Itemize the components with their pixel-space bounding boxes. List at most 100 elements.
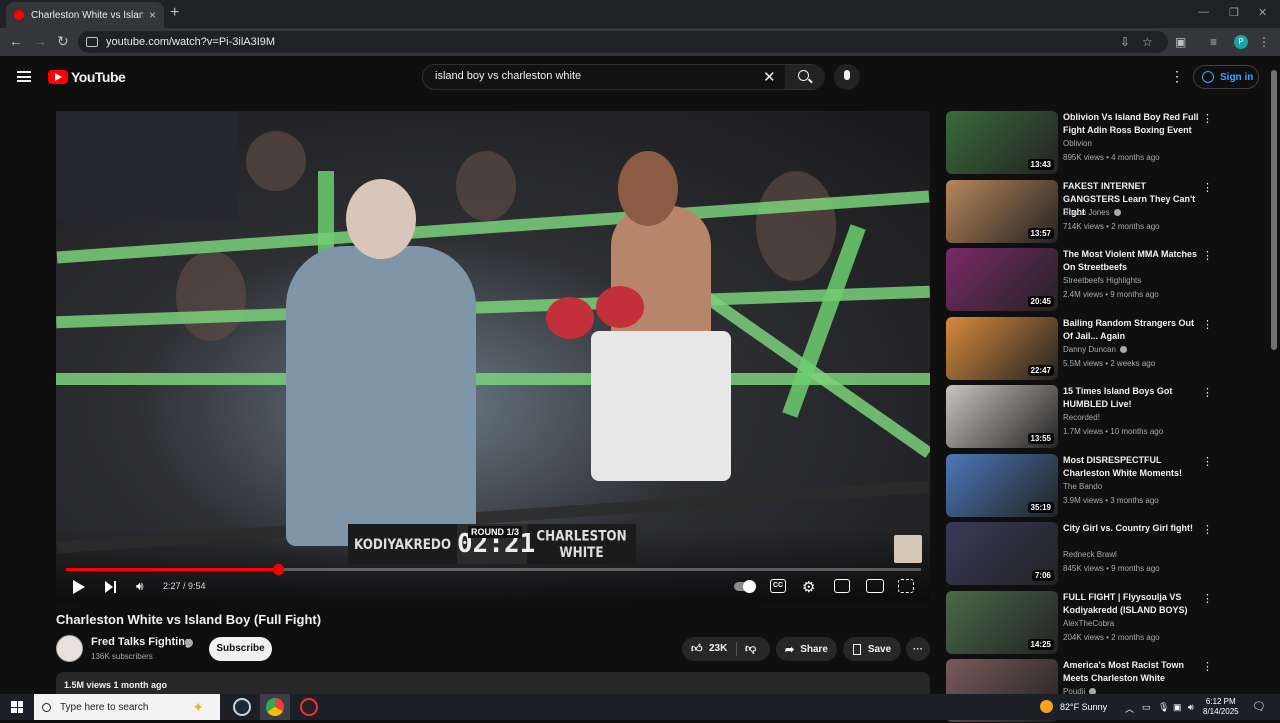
settings-gear-icon[interactable]: ⚙ — [802, 578, 815, 596]
extensions-icon[interactable]: ▣ — [1175, 35, 1186, 49]
show-hidden-icons-icon[interactable]: ︿ — [1125, 702, 1134, 715]
recommended-channel[interactable]: The Bando — [1063, 482, 1102, 491]
recommended-video[interactable]: 35:19 Most DISRESPECTFUL Charleston White… — [946, 454, 1216, 518]
thumbs-up-icon[interactable]: 👍︎ — [691, 642, 703, 655]
close-window-icon[interactable]: ✕ — [1258, 6, 1267, 19]
reading-list-icon[interactable]: ≡ — [1210, 35, 1217, 49]
address-bar[interactable]: youtube.com/watch?v=Pi-3ilA3I9M — [78, 31, 1168, 53]
recommended-video[interactable]: 7:06 City Girl vs. Country Girl fight! Red… — [946, 522, 1216, 586]
video-player[interactable]: KODIYAKREDO 02:21 CHARLESTON WHITE ROUND… — [56, 111, 930, 603]
video-options-icon[interactable]: ⋮ — [1202, 318, 1213, 331]
hamburger-icon[interactable] — [17, 71, 31, 82]
bookmark-star-icon[interactable]: ☆ — [1142, 35, 1153, 49]
restore-icon[interactable]: ❐ — [1229, 6, 1239, 19]
channel-watermark[interactable] — [894, 535, 922, 563]
system-clock[interactable]: 6:12 PM 8/14/2025 — [1203, 697, 1239, 717]
recommended-video[interactable]: 14:25 FULL FIGHT | Flyysoulja VS Kodiyakr… — [946, 591, 1216, 655]
page-scrollbar[interactable] — [1271, 70, 1277, 350]
recommended-channel[interactable]: Recorded! — [1063, 413, 1100, 422]
progress-bar[interactable] — [66, 564, 921, 575]
windows-start-icon[interactable] — [11, 701, 23, 713]
taskbar-search[interactable]: Type here to search ✦ — [34, 694, 220, 720]
scrubber-handle[interactable] — [273, 564, 285, 575]
network-icon[interactable]: ▣ — [1173, 702, 1182, 713]
reload-icon[interactable]: ↻ — [57, 33, 69, 50]
new-tab-button[interactable]: + — [170, 4, 179, 22]
video-options-icon[interactable]: ⋮ — [1202, 112, 1213, 125]
clear-search-icon[interactable]: ✕ — [763, 68, 776, 86]
settings-more-icon[interactable]: ⋮ — [1170, 68, 1184, 85]
video-thumbnail[interactable]: 14:25 — [946, 591, 1058, 654]
search-button[interactable] — [785, 65, 825, 89]
autoplay-toggle[interactable] — [734, 580, 756, 593]
tab-close-icon[interactable]: × — [149, 8, 156, 22]
like-count[interactable]: 23K — [709, 643, 727, 654]
speaker-icon[interactable]: 🔊︎ — [1188, 702, 1194, 713]
forward-icon[interactable]: → — [33, 33, 47, 49]
thumbs-down-icon[interactable]: 👎︎ — [745, 642, 756, 655]
captions-icon[interactable]: CC — [770, 579, 786, 593]
install-app-icon[interactable]: ⇩ — [1120, 35, 1130, 49]
profile-avatar[interactable]: P — [1234, 35, 1248, 49]
recommended-title[interactable]: Oblivion Vs Island Boy Red Full Fight Ad… — [1063, 111, 1203, 137]
recommended-channel[interactable]: AlexTheCobra — [1063, 619, 1114, 628]
channel-name[interactable]: Fred Talks Fighting — [91, 636, 192, 648]
video-thumbnail[interactable]: 22:47 — [946, 317, 1058, 380]
recommended-video[interactable]: 13:43 Oblivion Vs Island Boy Red Full Fig… — [946, 111, 1216, 175]
recommended-title[interactable]: America's Most Racist Town Meets Charles… — [1063, 659, 1203, 685]
chrome-icon[interactable] — [266, 698, 284, 716]
recommended-channel[interactable]: Danny Duncan — [1063, 345, 1127, 354]
miniplayer-icon[interactable] — [834, 579, 850, 593]
video-options-icon[interactable]: ⋮ — [1202, 455, 1213, 468]
video-options-icon[interactable]: ⋮ — [1202, 249, 1213, 262]
video-thumbnail[interactable]: 35:19 — [946, 454, 1058, 517]
recommended-title[interactable]: City Girl vs. Country Girl fight! — [1063, 522, 1203, 535]
youtube-logo[interactable]: YouTube — [48, 69, 126, 85]
video-thumbnail[interactable]: 13:43 — [946, 111, 1058, 174]
browser-menu-icon[interactable]: ⋮ — [1258, 35, 1270, 49]
microphone-tray-icon[interactable]: 🎙︎ — [1158, 702, 1169, 713]
volume-icon[interactable]: 🔊︎ — [136, 579, 144, 594]
voice-search-mic-icon[interactable] — [834, 64, 860, 90]
video-options-icon[interactable]: ⋮ — [1202, 523, 1213, 536]
save-button[interactable]: Save — [843, 637, 901, 661]
next-icon[interactable] — [105, 581, 116, 593]
drive-icon[interactable]: ▭ — [1142, 702, 1151, 713]
recommended-channel[interactable]: Oblivion — [1063, 139, 1092, 148]
video-options-icon[interactable]: ⋮ — [1202, 386, 1213, 399]
channel-avatar[interactable] — [56, 635, 83, 662]
weather-widget[interactable]: 82°F Sunny — [1040, 700, 1107, 713]
subscribe-button[interactable]: Subscribe — [209, 637, 272, 661]
recommended-channel[interactable]: Shaun Jones — [1063, 208, 1121, 217]
video-thumbnail[interactable]: 13:57 — [946, 180, 1058, 243]
recommended-channel[interactable]: Redneck Brawl — [1063, 550, 1117, 559]
recommended-title[interactable]: The Most Violent MMA Matches On Streetbe… — [1063, 248, 1203, 274]
browser-tab[interactable]: Charleston White vs Island Boy × — [6, 2, 164, 28]
video-options-icon[interactable]: ⋮ — [1202, 660, 1213, 673]
notifications-icon[interactable]: 🗨︎ — [1252, 700, 1266, 713]
share-button[interactable]: ➦ Share — [776, 637, 837, 661]
recommended-title[interactable]: Most DISRESPECTFUL Charleston White Mome… — [1063, 454, 1203, 480]
fullscreen-icon[interactable] — [898, 579, 914, 593]
recommended-video[interactable]: 20:45 The Most Violent MMA Matches On Str… — [946, 248, 1216, 312]
search-input[interactable]: island boy vs charleston white — [435, 70, 581, 82]
video-options-icon[interactable]: ⋮ — [1202, 181, 1213, 194]
recommended-title[interactable]: FULL FIGHT | Flyysoulja VS Kodiyakredd (… — [1063, 591, 1203, 617]
back-icon[interactable]: ← — [9, 33, 23, 49]
steam-icon[interactable] — [233, 698, 251, 716]
video-thumbnail[interactable]: 20:45 — [946, 248, 1058, 311]
recommended-title[interactable]: Bailing Random Strangers Out Of Jail... … — [1063, 317, 1203, 343]
sign-in-button[interactable]: Sign in — [1193, 65, 1259, 89]
recommended-channel[interactable]: Streetbeefs Highlights — [1063, 276, 1141, 285]
theater-mode-icon[interactable] — [866, 579, 884, 593]
recording-app-icon[interactable] — [300, 698, 318, 716]
recommended-video[interactable]: 22:47 Bailing Random Strangers Out Of Jai… — [946, 317, 1216, 381]
video-thumbnail[interactable]: 13:55 — [946, 385, 1058, 448]
video-thumbnail[interactable]: 7:06 — [946, 522, 1058, 585]
site-info-icon[interactable] — [86, 37, 98, 47]
recommended-video[interactable]: 13:57 FAKEST INTERNET GANGSTERS Learn The… — [946, 180, 1216, 244]
play-icon[interactable] — [73, 580, 85, 594]
recommended-video[interactable]: 13:55 15 Times Island Boys Got HUMBLED Li… — [946, 385, 1216, 449]
minimize-icon[interactable]: — — [1198, 6, 1209, 18]
more-actions-icon[interactable]: ··· — [906, 637, 930, 661]
